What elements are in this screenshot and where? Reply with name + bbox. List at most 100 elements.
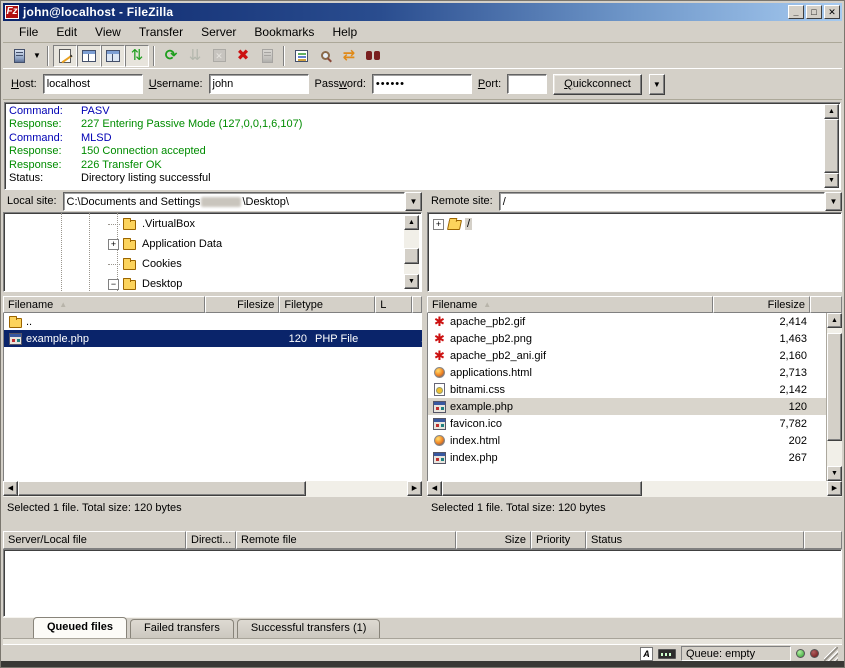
column-header-filesize[interactable]: Filesize <box>205 296 279 313</box>
file-row-example-php[interactable]: example.php120 <box>428 398 842 415</box>
local-site-combo[interactable]: C:\Documents and Settings\Desktop\ <box>63 192 405 211</box>
column-header-remote-file[interactable]: Remote file <box>236 531 456 549</box>
file-row-apache-pb2-png[interactable]: ✱apache_pb2.png1,463 <box>428 330 842 347</box>
column-header-priority[interactable]: Priority <box>531 531 586 549</box>
site-manager-button[interactable] <box>7 45 31 67</box>
title-bar[interactable]: Fz john@localhost - FileZilla _ □ ✕ <box>3 3 842 21</box>
toggle-local-tree-button[interactable] <box>77 45 101 67</box>
tab-queued-files[interactable]: Queued files <box>33 617 127 638</box>
scroll-up-icon[interactable]: ▲ <box>824 104 839 119</box>
scroll-down-icon[interactable]: ▼ <box>404 274 419 289</box>
column-header-filesize[interactable]: Filesize <box>713 296 810 313</box>
tab-failed-transfers[interactable]: Failed transfers <box>130 619 234 638</box>
expand-icon[interactable]: + <box>108 239 119 250</box>
local-tree-scrollbar[interactable]: ▲ ▼ <box>404 215 419 289</box>
site-manager-button-dropdown-icon[interactable]: ▼ <box>31 45 43 67</box>
scrollbar-thumb[interactable] <box>442 481 642 496</box>
file-row-apache-pb2-gif[interactable]: ✱apache_pb2.gif2,414 <box>428 313 842 330</box>
column-header-filename[interactable]: Filename▲ <box>3 296 205 313</box>
local-list-hscrollbar[interactable]: ◀ ▶ <box>3 481 422 497</box>
minimize-button[interactable]: _ <box>788 5 804 19</box>
folder-icon <box>122 218 137 230</box>
local-directory-tree[interactable]: .VirtualBox+Application DataCookies−Desk… <box>3 212 422 292</box>
refresh-button[interactable]: ⟳ <box>159 45 183 67</box>
quickconnect-button[interactable]: Quickconnect <box>553 74 642 95</box>
css-file-icon <box>432 383 447 396</box>
remote-list-scrollbar[interactable]: ▲ ▼ <box>826 313 842 481</box>
column-header-l[interactable]: L <box>375 296 412 313</box>
scroll-left-icon[interactable]: ◀ <box>427 481 442 496</box>
column-header-filetype[interactable]: Filetype <box>279 296 375 313</box>
toggle-message-log-button[interactable] <box>53 45 77 67</box>
disconnect-button[interactable]: ✖ <box>231 45 255 67</box>
tree-item-cookies[interactable]: Cookies <box>108 254 404 274</box>
column-header-size[interactable]: Size <box>456 531 531 549</box>
host-input[interactable]: localhost <box>43 74 143 94</box>
column-header-status[interactable]: Status <box>586 531 804 549</box>
port-input[interactable] <box>507 74 547 94</box>
password-input[interactable]: •••••• <box>372 74 472 94</box>
tab-successful-transfers-1-[interactable]: Successful transfers (1) <box>237 619 381 638</box>
resize-grip[interactable] <box>824 647 838 661</box>
menu-bookmarks[interactable]: Bookmarks <box>246 22 322 42</box>
menu-help[interactable]: Help <box>324 22 365 42</box>
file-row--[interactable]: .. <box>4 313 422 330</box>
toggle-remote-tree-button[interactable] <box>101 45 125 67</box>
expand-icon[interactable]: + <box>433 219 444 230</box>
data-type-ascii-icon[interactable]: A <box>640 647 653 661</box>
tree-item-application-data[interactable]: +Application Data <box>108 234 404 254</box>
file-row-favicon-ico[interactable]: favicon.ico7,782 <box>428 415 842 432</box>
scrollbar-thumb[interactable] <box>824 119 839 173</box>
transfer-queue-list[interactable] <box>3 549 842 617</box>
scrollbar-thumb[interactable] <box>827 333 842 441</box>
scroll-left-icon[interactable]: ◀ <box>3 481 18 496</box>
remote-list-hscrollbar[interactable]: ◀ ▶ <box>427 481 842 497</box>
menu-file[interactable]: File <box>11 22 46 42</box>
maximize-button[interactable]: □ <box>806 5 822 19</box>
scroll-down-icon[interactable]: ▼ <box>827 466 842 481</box>
column-header-server-local-file[interactable]: Server/Local file <box>3 531 186 549</box>
speed-limit-icon[interactable] <box>658 649 676 659</box>
filter-button[interactable] <box>289 45 313 67</box>
menu-view[interactable]: View <box>87 22 129 42</box>
scrollbar-thumb[interactable] <box>18 481 306 496</box>
file-row-applications-html[interactable]: applications.html2,713 <box>428 364 842 381</box>
window-title: john@localhost - FileZilla <box>23 5 788 19</box>
process-queue-button[interactable]: ⇊ <box>183 45 207 67</box>
tree-item--[interactable]: +/ <box>433 214 824 234</box>
directory-comparison-button[interactable] <box>313 45 337 67</box>
scroll-right-icon[interactable]: ▶ <box>407 481 422 496</box>
column-header-filename[interactable]: Filename▲ <box>427 296 713 313</box>
find-files-button[interactable] <box>361 45 385 67</box>
file-row-bitnami-css[interactable]: bitnami.css2,142 <box>428 381 842 398</box>
menu-edit[interactable]: Edit <box>48 22 85 42</box>
local-site-dropdown-icon[interactable]: ▼ <box>405 192 422 211</box>
file-row-index-php[interactable]: index.php267 <box>428 449 842 466</box>
quickconnect-dropdown-icon[interactable]: ▼ <box>649 74 665 95</box>
collapse-icon[interactable]: − <box>108 279 119 290</box>
remote-directory-tree[interactable]: +/ <box>427 212 842 292</box>
file-row-index-html[interactable]: index.html202 <box>428 432 842 449</box>
remote-site-dropdown-icon[interactable]: ▼ <box>825 192 842 211</box>
close-button[interactable]: ✕ <box>824 5 840 19</box>
tree-item--virtualbox[interactable]: .VirtualBox <box>108 214 404 234</box>
toggle-queue-button[interactable]: ⇅ <box>125 45 149 67</box>
message-log-scrollbar[interactable]: ▲ ▼ <box>824 104 839 188</box>
scroll-up-icon[interactable]: ▲ <box>827 313 842 328</box>
tree-item-desktop[interactable]: −Desktop <box>108 274 404 292</box>
remote-site-combo[interactable]: / <box>499 192 825 211</box>
column-header-directi-[interactable]: Directi... <box>186 531 236 549</box>
cancel-operation-button[interactable]: ✕ <box>207 45 231 67</box>
reconnect-button[interactable] <box>255 45 279 67</box>
scroll-right-icon[interactable]: ▶ <box>827 481 842 496</box>
redacted-username-blur <box>201 197 241 207</box>
file-row-example-php[interactable]: example.php120PHP File1 <box>4 330 422 347</box>
file-row-apache-pb2-ani-gif[interactable]: ✱apache_pb2_ani.gif2,160 <box>428 347 842 364</box>
menu-transfer[interactable]: Transfer <box>131 22 191 42</box>
menu-server[interactable]: Server <box>193 22 244 42</box>
synchronized-browsing-button[interactable]: ⇄ <box>337 45 361 67</box>
scrollbar-thumb[interactable] <box>404 248 419 264</box>
scroll-down-icon[interactable]: ▼ <box>824 173 839 188</box>
username-input[interactable]: john <box>209 74 309 94</box>
scroll-up-icon[interactable]: ▲ <box>404 215 419 230</box>
